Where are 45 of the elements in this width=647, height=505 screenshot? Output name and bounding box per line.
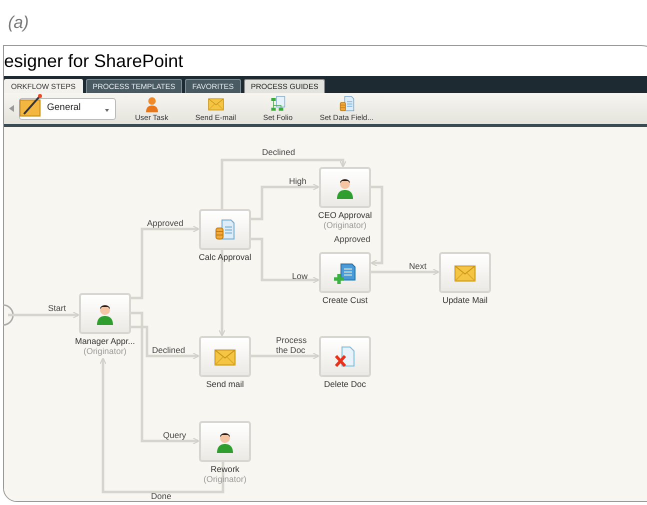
step-assignee: (Originator) [84, 346, 126, 356]
step-name: Create Cust [322, 295, 368, 305]
step-name: Delete Doc [324, 379, 366, 389]
workflow-step[interactable] [79, 293, 131, 334]
step-assignee: (Originator) [204, 474, 246, 484]
connector-label: Low [292, 271, 308, 281]
step-name: Rework [210, 464, 240, 474]
workflow-step[interactable] [199, 421, 251, 462]
start-node[interactable] [2, 304, 14, 326]
connector-label: Declined [262, 147, 296, 157]
document-plus-icon [333, 260, 357, 284]
connector-label: Process the Doc [276, 335, 308, 355]
connector-arrow [251, 238, 320, 284]
caret-icon [105, 108, 109, 112]
scroll-left-icon[interactable] [9, 105, 14, 112]
workflow-step[interactable] [319, 252, 371, 293]
window-title: esigner for SharePoint [4, 50, 184, 73]
workflow-step[interactable] [439, 252, 491, 293]
coins-document-icon [213, 218, 237, 242]
folder-wand-icon [18, 92, 44, 120]
connector-arrow [371, 268, 440, 276]
connector-label: Approved [147, 218, 184, 228]
connector-label: Declined [152, 345, 186, 355]
workflow-step[interactable] [199, 209, 251, 250]
network-document-icon [268, 94, 287, 112]
workflow-step[interactable] [199, 336, 251, 377]
step-name: Manager Appr... [75, 336, 136, 346]
step-assignee: (Originator) [324, 220, 366, 230]
connector-label: Start [48, 303, 66, 313]
step-name: Send mail [206, 379, 244, 389]
connector-arrow [251, 352, 320, 360]
step-name: CEO Approval [318, 210, 372, 220]
figure-caption: (a) [8, 12, 29, 34]
step-name: Update Mail [442, 295, 488, 305]
workflow-step[interactable] [319, 336, 371, 377]
step-name: Calc Approval [198, 252, 252, 262]
document-delete-icon [333, 344, 357, 368]
workflow-step[interactable] [319, 167, 371, 208]
connector-label: Next [409, 261, 426, 271]
connector-arrow [8, 312, 80, 318]
connector-label: Done [151, 491, 172, 501]
connector-label: High [289, 176, 306, 186]
coins-document-icon [338, 94, 356, 112]
connector-label: Approved [334, 234, 370, 244]
connector-label: Query [163, 430, 186, 440]
